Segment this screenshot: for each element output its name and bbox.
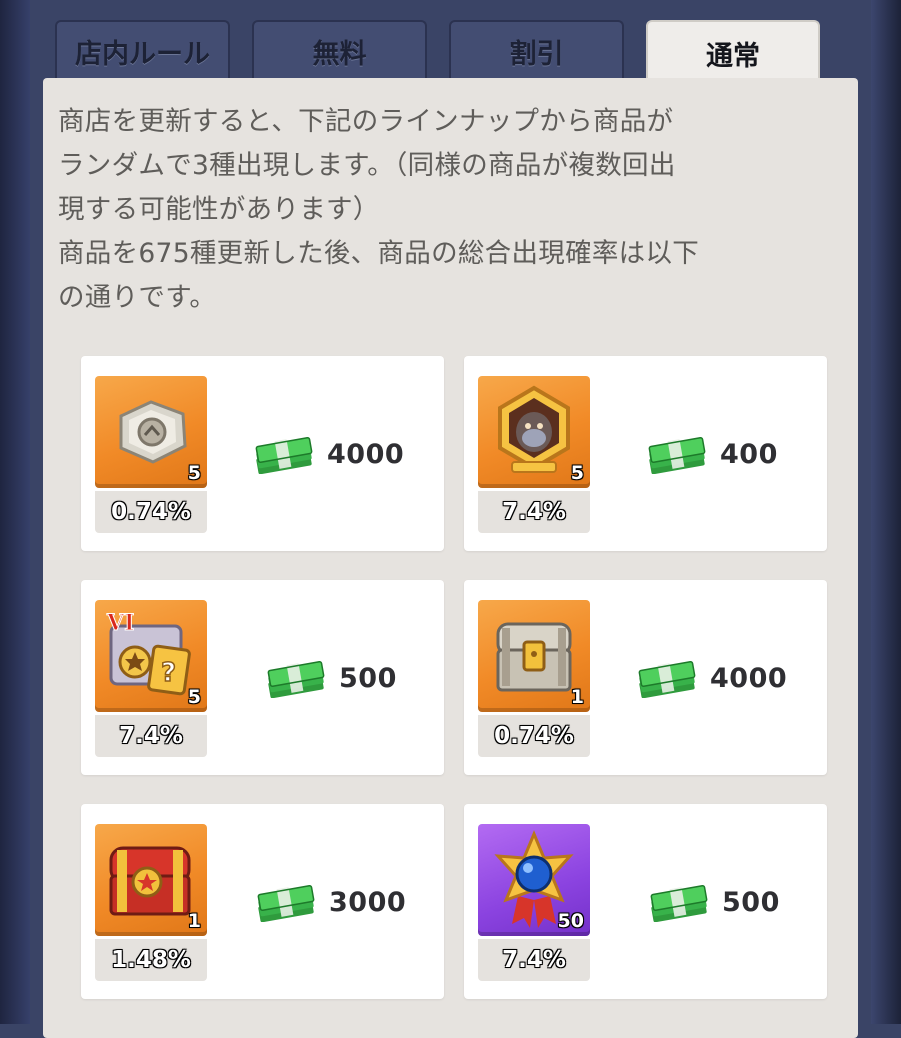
description-text: 商店を更新すると、下記のラインナップから商品が ランダムで3種出現します。（同様… [58, 100, 848, 320]
item-price: 400 [646, 434, 778, 474]
cash-stack-icon [648, 436, 706, 474]
svg-text:?: ? [161, 658, 176, 688]
red-gold-chest-icon: 1 [95, 824, 207, 936]
item-price: 500 [265, 658, 397, 698]
item-quantity: 50 [557, 910, 584, 932]
item-rate: 7.4% [478, 939, 590, 981]
description-line: の通りです。 [58, 282, 217, 313]
price-amount: 4000 [710, 662, 788, 694]
svg-text:VI: VI [106, 610, 134, 636]
cash-stack-icon [255, 436, 313, 474]
item-card[interactable]: 1 0.74% 4000 [464, 580, 827, 775]
item-price: 500 [648, 882, 780, 922]
item-card[interactable]: 5 0.74% 4000 [81, 356, 444, 551]
tab-shop-rules[interactable]: 店内ルール [55, 20, 230, 80]
item-quantity: 5 [187, 686, 201, 708]
item-price: 4000 [636, 658, 787, 698]
item-quantity: 1 [187, 910, 201, 932]
item-card[interactable]: ? VI 5 7.4% 500 [81, 580, 444, 775]
description-line: 現する可能性があります） [58, 194, 380, 225]
tab-label: 通常 [706, 40, 760, 72]
price-amount: 3000 [329, 886, 407, 918]
gear-chip-icon: 5 [95, 376, 207, 488]
description-line: 商店を更新すると、下記のラインナップから商品が [58, 106, 674, 137]
tab-normal[interactable]: 通常 [646, 20, 820, 84]
background-left [0, 0, 30, 1024]
price-amount: 500 [722, 886, 780, 918]
item-card[interactable]: 5 7.4% 400 [464, 356, 827, 551]
tab-label: 店内ルール [75, 38, 210, 70]
tab-label: 割引 [509, 38, 564, 70]
tab-label: 無料 [312, 38, 367, 70]
description-line: ランダムで3種出現します。（同様の商品が複数回出 [58, 150, 676, 181]
item-rate: 7.4% [95, 715, 207, 757]
silver-treasure-chest-icon: 1 [478, 600, 590, 712]
item-quantity: 1 [570, 686, 584, 708]
item-card[interactable]: 1 1.48% 3000 [81, 804, 444, 999]
vi-mystery-card-pack-icon: ? VI 5 [95, 600, 207, 712]
description-line: 商品を675種更新した後、商品の総合出現確率は以下 [58, 238, 700, 269]
item-rate: 7.4% [478, 491, 590, 533]
item-rate: 0.74% [478, 715, 590, 757]
cash-stack-icon [257, 884, 315, 922]
gorilla-hero-medal-icon: 5 [478, 376, 590, 488]
cash-stack-icon [638, 660, 696, 698]
item-rate: 1.48% [95, 939, 207, 981]
item-quantity: 5 [187, 462, 201, 484]
price-amount: 400 [720, 438, 778, 470]
tab-free[interactable]: 無料 [252, 20, 427, 80]
price-amount: 4000 [327, 438, 405, 470]
background-right [871, 0, 901, 1024]
item-rate: 0.74% [95, 491, 207, 533]
blue-star-badge-icon: 50 [478, 824, 590, 936]
item-card[interactable]: 50 7.4% 500 [464, 804, 827, 999]
cash-stack-icon [267, 660, 325, 698]
item-price: 4000 [253, 434, 404, 474]
cash-stack-icon [650, 884, 708, 922]
item-price: 3000 [255, 882, 406, 922]
item-quantity: 5 [570, 462, 584, 484]
tab-discount[interactable]: 割引 [449, 20, 624, 80]
price-amount: 500 [339, 662, 397, 694]
